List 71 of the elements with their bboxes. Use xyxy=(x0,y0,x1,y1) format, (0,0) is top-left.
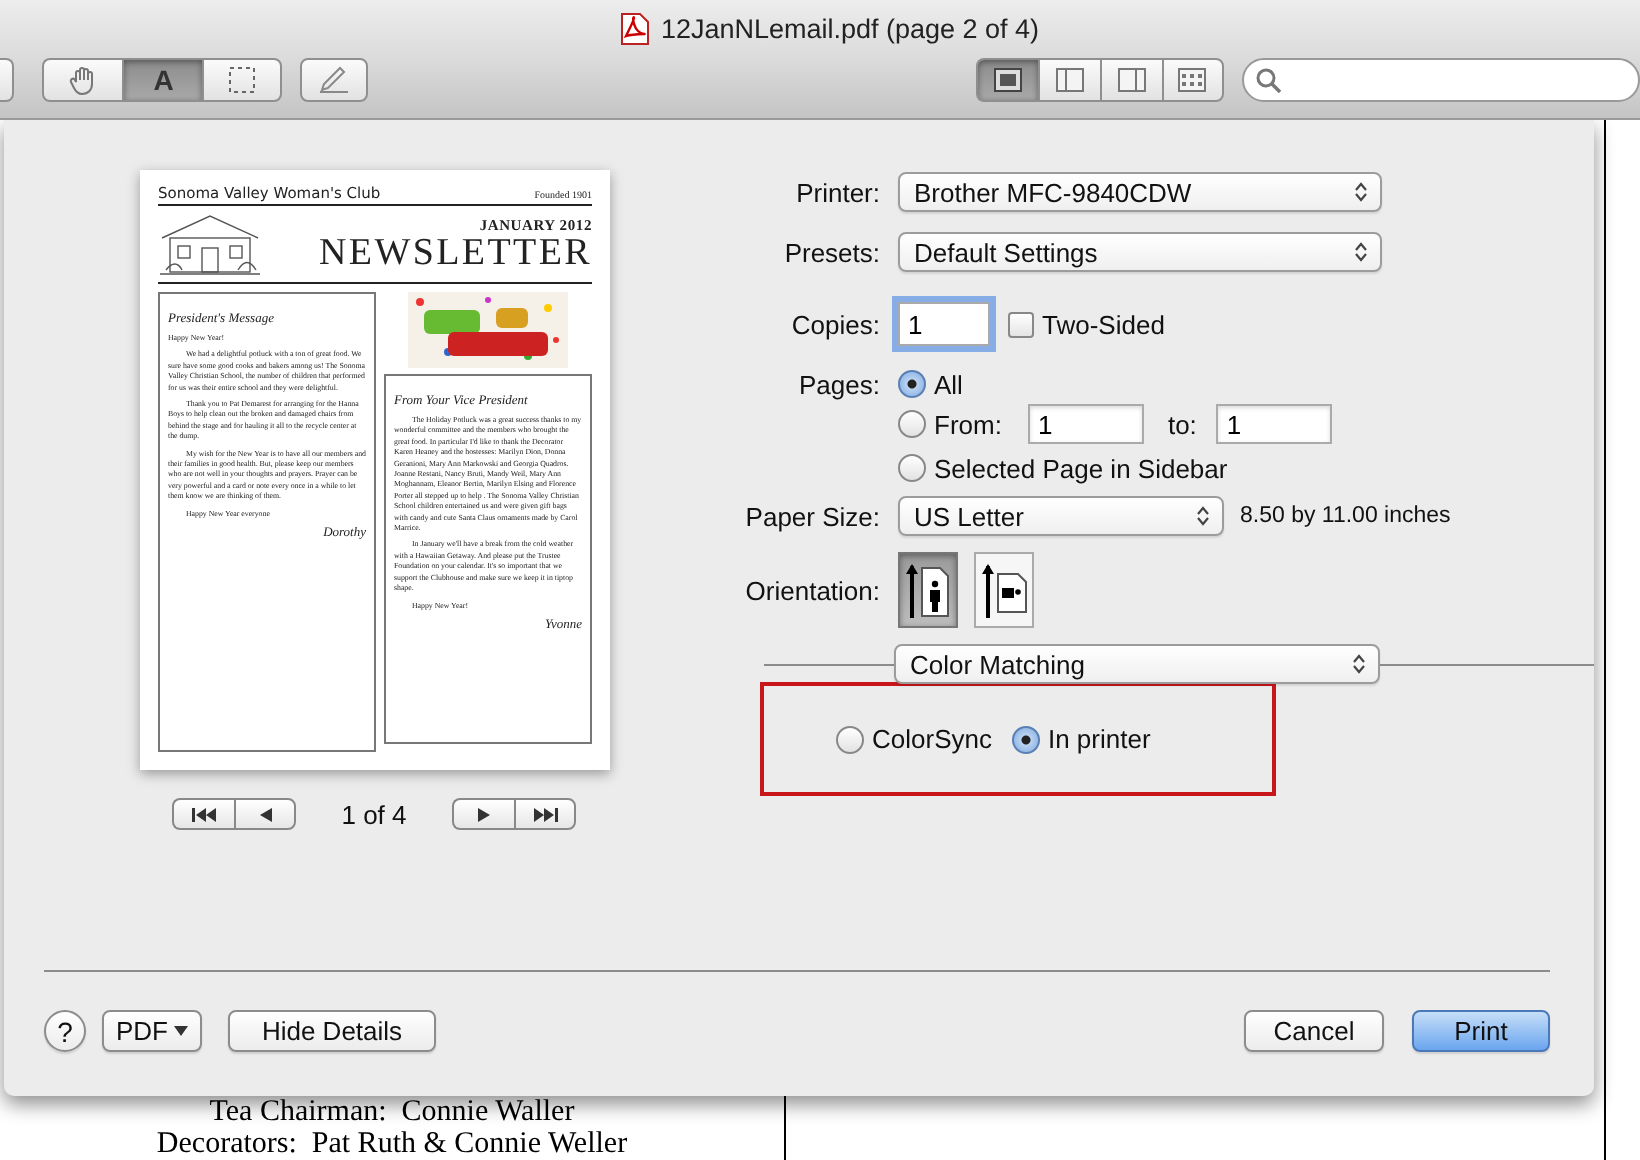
grid-icon xyxy=(1178,68,1207,92)
dashed-square-icon xyxy=(228,66,257,94)
field-label: Orientation: xyxy=(743,575,880,605)
first-page-button[interactable] xyxy=(172,798,234,830)
checkbox-label: Two-Sided xyxy=(1042,309,1165,339)
first-page-icon xyxy=(190,805,218,823)
field-label: Paper Size: xyxy=(743,501,880,531)
house-sketch-drawing xyxy=(158,210,262,278)
help-button[interactable]: ? xyxy=(44,1010,86,1052)
page-view-icon xyxy=(993,68,1022,92)
radio-button[interactable] xyxy=(898,370,926,398)
view-button[interactable] xyxy=(1037,58,1100,102)
landscape-page-icon xyxy=(980,560,1028,620)
up-down-arrows-icon xyxy=(1354,182,1368,202)
pdf-file-icon xyxy=(620,11,651,45)
orientation-button[interactable] xyxy=(974,552,1034,628)
radio-button[interactable] xyxy=(1011,725,1040,753)
presets-popup[interactable]: Default Settings xyxy=(898,232,1382,272)
up-down-arrows-icon xyxy=(1354,242,1368,262)
document-text: Decorators: Pat Ruth & Connie Weller xyxy=(156,1128,628,1160)
field-label: Pages: xyxy=(797,369,880,399)
pdf-menu-button[interactable]: PDF xyxy=(102,1010,202,1052)
last-page-button[interactable] xyxy=(514,798,576,830)
checkbox[interactable] xyxy=(1008,311,1034,337)
up-down-arrows-icon xyxy=(1196,506,1210,526)
field-label: Printer: xyxy=(794,177,880,207)
field-label: Presets: xyxy=(782,237,880,267)
to-page-field[interactable]: 1 xyxy=(1216,404,1333,444)
page-indicator: 1 of 4 xyxy=(339,799,409,829)
radio-button[interactable] xyxy=(898,454,926,482)
radio-label: ColorSync xyxy=(872,724,992,754)
toolbar-button[interactable] xyxy=(0,58,15,102)
view-button[interactable] xyxy=(975,58,1038,102)
text-tool-button[interactable]: A xyxy=(122,58,203,102)
radio-label: From: xyxy=(934,409,1002,439)
hide-details-button[interactable]: Hide Details xyxy=(228,1010,436,1052)
caret-icon xyxy=(174,1026,188,1036)
cancel-button[interactable]: Cancel xyxy=(1244,1010,1384,1052)
radio-label: In printer xyxy=(1047,724,1151,754)
annotate-button[interactable] xyxy=(300,58,368,102)
newsletter-title: NEWSLETTER xyxy=(318,234,592,272)
view-button[interactable] xyxy=(1161,58,1224,102)
pencil-icon xyxy=(318,66,351,94)
radio-button[interactable] xyxy=(898,410,926,438)
left-sidebar-icon xyxy=(1055,68,1084,92)
previous-page-button[interactable] xyxy=(234,798,296,830)
field-label: to: xyxy=(1167,409,1197,439)
radio-label: All xyxy=(934,369,963,399)
tool-button[interactable] xyxy=(202,58,283,102)
orientation-button[interactable] xyxy=(898,552,958,628)
search-icon xyxy=(1255,67,1282,93)
printer-popup[interactable]: Brother MFC-9840CDW xyxy=(898,172,1382,212)
up-down-arrows-icon xyxy=(1352,654,1366,674)
document-text: Tea Chairman: Connie Waller xyxy=(209,1096,575,1128)
paper-size-popup[interactable]: US Letter xyxy=(898,496,1224,536)
print-button[interactable]: Print xyxy=(1412,1010,1550,1052)
radio-label: Selected Page in Sidebar xyxy=(934,453,1228,483)
tool-button[interactable] xyxy=(42,58,123,102)
field-label: Copies: xyxy=(789,309,880,339)
portrait-page-icon xyxy=(904,560,952,620)
last-page-icon xyxy=(531,805,559,823)
from-page-field[interactable]: 1 xyxy=(1027,404,1144,444)
copies-field[interactable]: 1 xyxy=(898,302,990,346)
paper-dimensions: 8.50 by 11.00 inches xyxy=(1240,504,1451,528)
right-sidebar-icon xyxy=(1117,68,1146,92)
radio-button[interactable] xyxy=(836,725,864,753)
search-field[interactable] xyxy=(1241,58,1640,102)
window-title: 12JanNLemail.pdf (page 2 of 4) xyxy=(660,13,1040,43)
next-page-button[interactable] xyxy=(452,798,514,830)
section-popup[interactable]: Color Matching xyxy=(894,644,1380,684)
view-button[interactable] xyxy=(1099,58,1162,102)
